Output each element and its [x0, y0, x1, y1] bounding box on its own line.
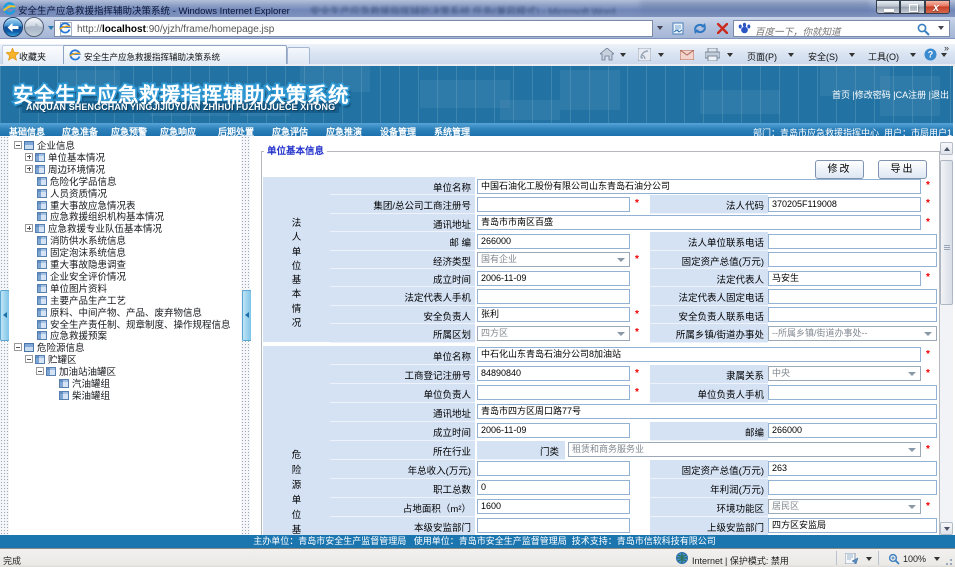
svg-text:?: ?: [928, 50, 934, 60]
